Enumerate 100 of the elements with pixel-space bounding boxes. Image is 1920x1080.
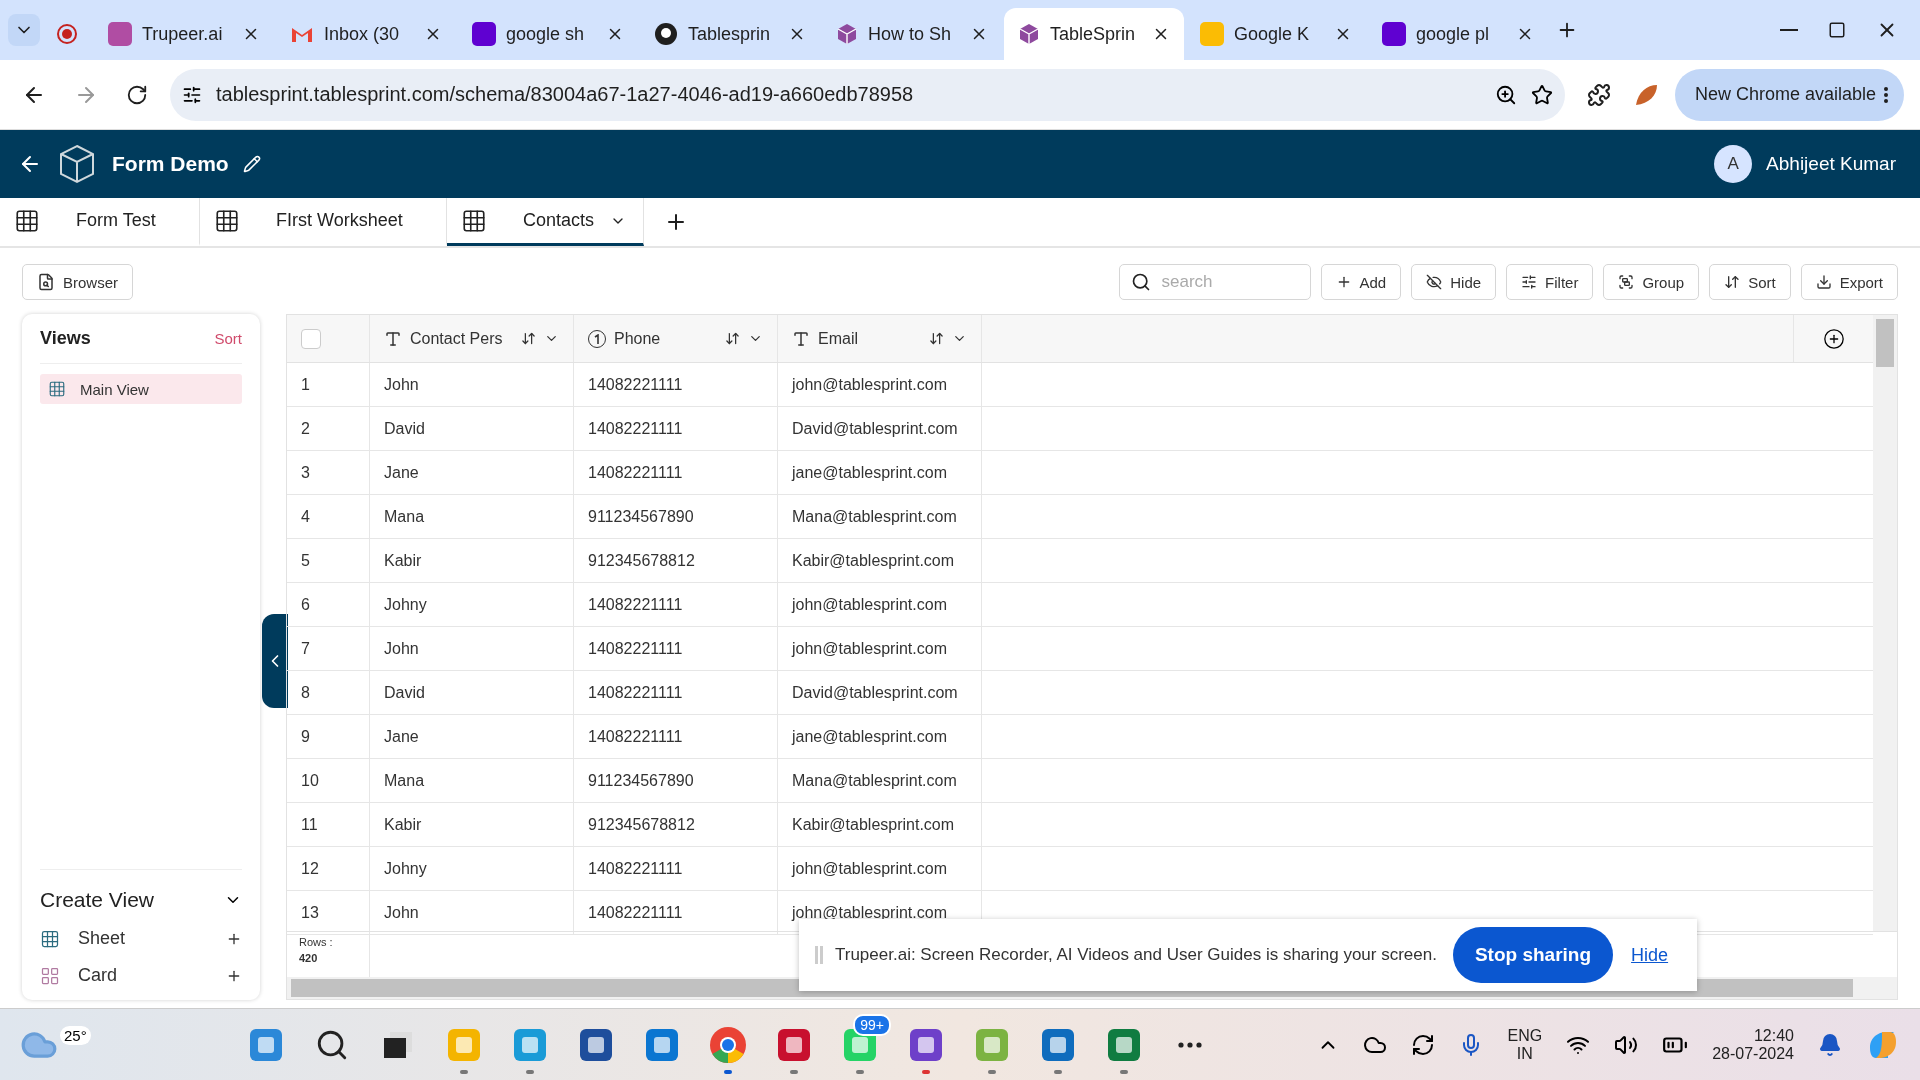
table-cell: John (384, 375, 419, 394)
tab-title: Tablesprin (688, 23, 772, 45)
row-number: 11 (301, 815, 318, 834)
stop-sharing-button[interactable]: Stop sharing (1452, 927, 1614, 983)
toolbar-button[interactable]: Filter (1506, 264, 1594, 300)
browser-tab[interactable]: Google K (1186, 8, 1366, 60)
grid-icon (48, 380, 66, 398)
sync-icon[interactable] (1411, 1032, 1436, 1057)
toolbar-button[interactable]: Group (1603, 264, 1700, 300)
create-view-item[interactable]: Card (40, 965, 242, 986)
update-button[interactable]: New Chrome available (1674, 68, 1904, 121)
user-avatar[interactable]: A (1714, 145, 1753, 183)
create-view-item[interactable]: Sheet (40, 928, 242, 949)
rows-count: 420 (299, 952, 319, 964)
browser-tab[interactable]: Tablesprin (640, 8, 820, 60)
grid-icon (40, 928, 60, 949)
column-header[interactable]: Contact Pers (370, 315, 574, 362)
table-cell: 14082221111 (588, 727, 683, 746)
sort-link[interactable]: Sort (214, 330, 242, 347)
column-header[interactable]: Email (778, 315, 982, 362)
sheet-tab[interactable]: Contacts (447, 198, 644, 246)
table-cell: Kabir (384, 551, 422, 570)
cube-icon (1018, 23, 1040, 45)
hide-link[interactable]: Hide (1631, 944, 1669, 966)
grid-icon (214, 207, 240, 234)
browser-button[interactable]: Browser (22, 264, 133, 300)
cube-icon (836, 23, 858, 45)
bookmark-icon[interactable] (1530, 83, 1553, 106)
table-cell: 14082221111 (588, 419, 683, 438)
row-number: 9 (301, 727, 310, 746)
table-cell: Kabir@tablesprint.com (792, 551, 955, 570)
tab-title: google pl (1416, 23, 1491, 45)
edit-icon[interactable] (242, 155, 261, 173)
table-cell: john@tablesprint.com (792, 595, 947, 614)
sheet-tab[interactable]: FIrst Worksheet (200, 198, 447, 246)
checkbox[interactable] (301, 328, 321, 349)
card-grid-icon (40, 965, 60, 986)
table-cell: David (384, 683, 425, 702)
table-cell: Mana (384, 507, 425, 526)
menu-icon (1884, 86, 1888, 103)
toolbar-button[interactable]: Sort (1709, 264, 1791, 300)
vertical-scrollbar[interactable] (1873, 315, 1897, 931)
toolbar-button[interactable]: Add (1320, 264, 1402, 300)
url-text: tablesprint.tablesprint.com/schema/83004a67-1a27-4046-ad19-a660edb78958 (216, 83, 915, 106)
address-bar[interactable]: tablesprint.tablesprint.com/schema/83004a67-1a27-4046-ad19-a660edb78958 (170, 68, 1565, 121)
table-cell: Jane (384, 727, 419, 746)
collapse-handle[interactable] (262, 614, 288, 708)
table-cell: Kabir (384, 815, 422, 834)
language-indicator[interactable]: ENG IN (1507, 1026, 1543, 1063)
toolbar-button[interactable]: Export (1800, 264, 1898, 300)
group-icon (1618, 274, 1635, 290)
table-cell: john@tablesprint.com (792, 375, 947, 394)
table-cell: 14082221111 (588, 903, 683, 922)
row-number: 13 (301, 903, 319, 922)
toolbar-button[interactable]: Hide (1411, 264, 1497, 300)
view-item[interactable]: Main View (40, 374, 242, 404)
filter-icon (1521, 274, 1538, 290)
tab-title: Google K (1234, 23, 1311, 45)
row-number: 12 (301, 859, 319, 878)
notification-icon[interactable] (1818, 1032, 1842, 1057)
table-cell: 911234567890 (588, 507, 694, 526)
table-cell: Kabir@tablesprint.com (792, 815, 955, 834)
table-cell: 14082221111 (588, 463, 683, 482)
browser-tab[interactable]: google pl (1368, 8, 1548, 60)
search-icon (1130, 272, 1151, 292)
table-cell: John (384, 639, 419, 658)
share-message: Trupeer.ai: Screen Recorder, AI Videos and User Guides is sharing your screen. (835, 945, 1437, 965)
search-field[interactable]: search (1118, 264, 1311, 300)
browser-tab[interactable]: google sh (458, 8, 638, 60)
table-cell: David (384, 419, 425, 438)
browser-tab[interactable]: Trupeer.ai (94, 8, 274, 60)
restore-icon (1828, 21, 1846, 39)
chrome-icon (709, 1025, 747, 1064)
zoom-icon[interactable] (1494, 83, 1517, 106)
text-type-icon (792, 329, 810, 348)
table-cell: Mana (384, 771, 425, 790)
sort-icon (929, 331, 944, 346)
tab-title: TableSprin (1050, 23, 1137, 45)
app-title: Form Demo (112, 152, 229, 176)
browser-tab[interactable]: How to Sh (822, 8, 1002, 60)
tab-title: Trupeer.ai (142, 23, 224, 45)
table-cell: jane@tablesprint.com (792, 463, 947, 482)
browser-tab[interactable]: TableSprin (1004, 8, 1184, 60)
column-header[interactable]: Phone (574, 315, 778, 362)
row-number: 2 (301, 419, 310, 438)
text-type-icon (384, 329, 402, 348)
browser-tab[interactable]: Inbox (30 (276, 8, 456, 60)
tab-search-button[interactable] (8, 14, 40, 46)
drag-handle-icon[interactable] (815, 946, 823, 964)
site-settings-icon[interactable] (182, 84, 202, 105)
table-cell: Johny (384, 859, 427, 878)
table-cell: 14082221111 (588, 375, 683, 394)
sheet-tab[interactable]: Form Test (0, 198, 200, 246)
table-cell: 912345678812 (588, 815, 695, 834)
table-cell: Mana@tablesprint.com (792, 507, 957, 526)
user-name: Abhijeet Kumar (1766, 153, 1896, 175)
add-column-icon[interactable] (1822, 327, 1845, 350)
taskbar-app-button[interactable]: 99+ (829, 1013, 891, 1076)
tab-title: Inbox (30 (324, 23, 401, 45)
clock[interactable]: 12:40 28-07-2024 (1712, 1026, 1794, 1063)
